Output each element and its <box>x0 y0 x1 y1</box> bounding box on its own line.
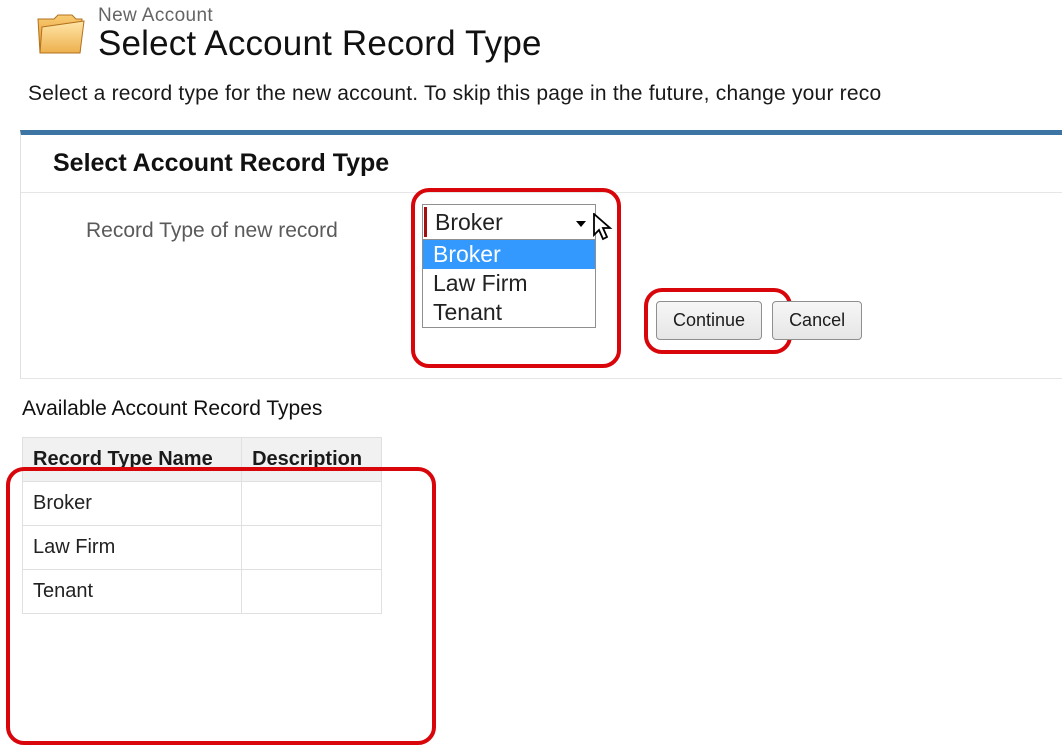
record-type-options: Broker Law Firm Tenant <box>422 240 596 328</box>
record-type-desc-cell <box>242 482 382 526</box>
chevron-down-icon <box>575 209 587 236</box>
table-row: Broker <box>23 482 382 526</box>
continue-button[interactable]: Continue <box>656 301 762 340</box>
record-type-name-cell: Tenant <box>23 570 242 614</box>
record-type-option[interactable]: Tenant <box>423 298 595 327</box>
page-header: New Account Select Account Record Type <box>0 0 1062 64</box>
record-type-name-cell: Law Firm <box>23 526 242 570</box>
page-title: Select Account Record Type <box>98 24 542 64</box>
record-type-panel: Select Account Record Type Record Type o… <box>20 130 1062 379</box>
col-header-desc: Description <box>242 438 382 482</box>
record-type-desc-cell <box>242 570 382 614</box>
record-type-option[interactable]: Broker <box>423 240 595 269</box>
table-row: Law Firm <box>23 526 382 570</box>
action-buttons: Continue Cancel <box>656 301 862 340</box>
record-type-name-cell: Broker <box>23 482 242 526</box>
cancel-button[interactable]: Cancel <box>772 301 862 340</box>
panel-title: Select Account Record Type <box>21 135 1062 193</box>
col-header-name: Record Type Name <box>23 438 242 482</box>
cursor-icon <box>593 213 615 241</box>
record-type-desc-cell <box>242 526 382 570</box>
record-type-select-value: Broker <box>435 209 503 236</box>
available-record-types-section: Available Account Record Types Record Ty… <box>22 397 412 614</box>
record-type-select[interactable]: Broker <box>422 204 596 240</box>
record-type-select-wrap: Broker Broker Law Firm Tenant <box>422 204 596 328</box>
available-record-types-table: Record Type Name Description Broker Law … <box>22 437 382 614</box>
intro-text: Select a record type for the new account… <box>0 64 1062 106</box>
form-area: Record Type of new record Broker Broker … <box>21 193 1062 379</box>
available-title: Available Account Record Types <box>22 397 412 421</box>
record-type-label: Record Type of new record <box>86 219 338 243</box>
table-row: Tenant <box>23 570 382 614</box>
record-type-option[interactable]: Law Firm <box>423 269 595 298</box>
folder-icon <box>34 9 86 59</box>
